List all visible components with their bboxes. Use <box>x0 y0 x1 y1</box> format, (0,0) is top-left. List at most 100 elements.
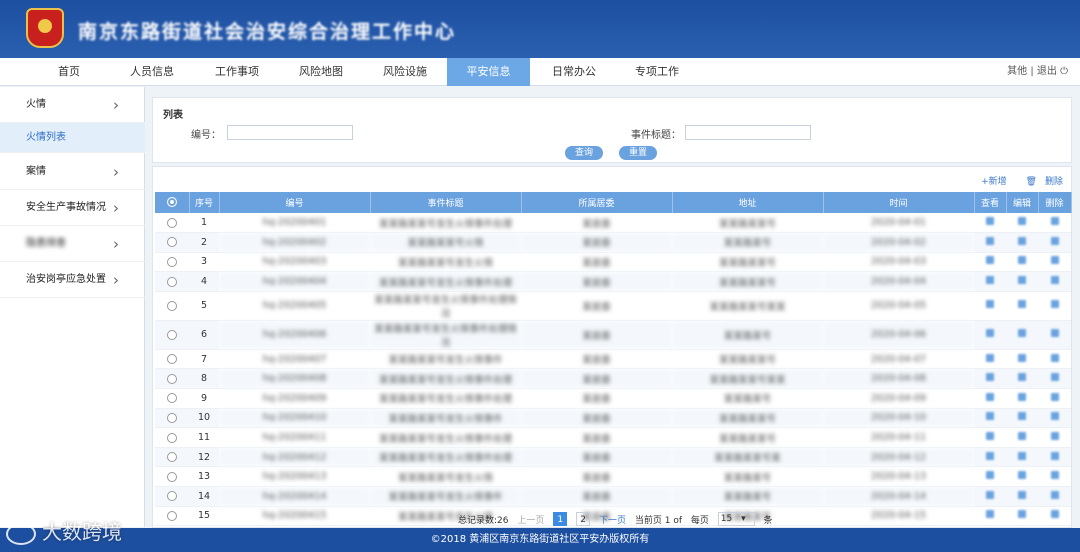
table-row[interactable]: 14 hq-20200414 某某路某某号发生火情事件 某居委 某某路某号 2020-04… <box>155 486 1071 507</box>
delete-cell[interactable] <box>1038 486 1071 507</box>
delete-cell[interactable] <box>1038 368 1071 390</box>
add-button[interactable]: +新增 <box>981 177 1007 187</box>
page-button[interactable]: 2 <box>576 512 591 526</box>
delete-cell[interactable] <box>1038 349 1071 370</box>
delete-cell[interactable] <box>1038 447 1071 468</box>
view-icon[interactable] <box>986 300 994 309</box>
view-cell[interactable] <box>974 506 1006 527</box>
table-row[interactable]: 6 hq-20200406 某某路某某号发生火情事件处理情况 某居委 某某路某号 2020… <box>155 320 1071 350</box>
row-radio[interactable] <box>167 373 177 384</box>
edit-icon[interactable] <box>1018 276 1026 285</box>
sidebar-item-cases[interactable]: 案情 › <box>0 154 145 190</box>
table-row[interactable]: 8 hq-20200408 某某路某某号发生火情事件处理 某居委 某某路某某号某某 202… <box>155 368 1071 390</box>
table-row[interactable]: 2 hq-20200402 某某路某某号火情 某居委 某某路某号 2020-04-02 <box>155 232 1071 253</box>
row-radio[interactable] <box>167 354 177 365</box>
row-select-cell[interactable] <box>155 486 189 507</box>
row-radio[interactable] <box>167 393 177 404</box>
select-all-radio[interactable] <box>166 197 177 208</box>
table-row[interactable]: 4 hq-20200404 某某路某某号发生火情事件处理 某居委 某某路某某号 2020-… <box>155 271 1071 292</box>
delete-cell[interactable] <box>1038 506 1071 527</box>
delete-cell[interactable] <box>1038 232 1071 253</box>
view-icon[interactable] <box>986 353 994 362</box>
delete-icon[interactable] <box>1050 392 1059 401</box>
view-cell[interactable] <box>974 466 1006 488</box>
view-icon[interactable] <box>986 217 994 226</box>
edit-icon[interactable] <box>1018 236 1026 245</box>
power-icon[interactable]: ⏻ <box>1060 66 1068 77</box>
table-row[interactable]: 5 hq-20200405 某某路某某号发生火情事件处理情况 某居委 某某路某某号某某 2… <box>155 291 1071 321</box>
edit-icon[interactable] <box>1018 490 1026 499</box>
nav-item-safety-info[interactable]: 平安信息 <box>447 58 530 86</box>
delete-icon[interactable] <box>1050 490 1059 499</box>
sidebar-item-safety-accidents[interactable]: 安全生产事故情况 › <box>0 190 145 226</box>
edit-cell[interactable] <box>1006 506 1038 527</box>
sidebar-item-hazards[interactable]: 隐患排查 › <box>0 226 145 262</box>
nav-item-personnel[interactable]: 人员信息 <box>122 58 182 86</box>
delete-cell[interactable] <box>1038 291 1071 321</box>
delete-icon[interactable] <box>1050 353 1059 362</box>
view-cell[interactable] <box>974 320 1006 350</box>
edit-cell[interactable] <box>1006 232 1038 253</box>
row-select-cell[interactable] <box>155 506 189 527</box>
table-row[interactable]: 12 hq-20200412 某某路某某号发生火情事件处理 某居委 某某路某某号某 202… <box>155 447 1071 468</box>
next-page-button[interactable]: 下一页 <box>599 513 626 526</box>
view-icon[interactable] <box>986 490 994 499</box>
row-select-cell[interactable] <box>155 213 189 234</box>
row-radio[interactable] <box>167 491 177 502</box>
edit-cell[interactable] <box>1006 427 1038 448</box>
view-cell[interactable] <box>974 408 1006 429</box>
edit-icon[interactable] <box>1018 256 1026 265</box>
nav-item-risk-map[interactable]: 风险地图 <box>290 58 352 86</box>
view-cell[interactable] <box>974 486 1006 507</box>
edit-icon[interactable] <box>1018 471 1026 480</box>
edit-cell[interactable] <box>1006 408 1038 429</box>
delete-icon[interactable] <box>1050 276 1059 285</box>
row-select-cell[interactable] <box>155 427 189 448</box>
row-select-cell[interactable] <box>155 271 189 292</box>
view-cell[interactable] <box>974 388 1006 409</box>
row-radio[interactable] <box>167 510 177 521</box>
delete-cell[interactable] <box>1038 388 1071 409</box>
search-button[interactable]: 查询 <box>565 146 604 160</box>
delete-icon[interactable] <box>1050 329 1059 338</box>
row-radio[interactable] <box>167 276 177 287</box>
row-radio[interactable] <box>167 256 177 267</box>
row-select-cell[interactable] <box>155 466 189 488</box>
table-row[interactable]: 1 hq-20200401 某某路某某号发生火情事件处理 某居委 某某路某某号 2020-… <box>155 213 1071 234</box>
view-cell[interactable] <box>974 447 1006 468</box>
delete-cell[interactable] <box>1038 466 1071 488</box>
nav-right-text[interactable]: 其他 | 退出 <box>1007 66 1057 77</box>
page-size-select[interactable]: 15 ▾ <box>717 512 755 526</box>
edit-cell[interactable] <box>1006 252 1038 273</box>
delete-cell[interactable] <box>1038 271 1071 292</box>
edit-cell[interactable] <box>1006 271 1038 292</box>
delete-cell[interactable] <box>1038 213 1071 234</box>
sidebar-item-fire-list[interactable]: 火情列表 <box>0 123 145 153</box>
edit-icon[interactable] <box>1018 329 1026 338</box>
edit-icon[interactable] <box>1018 451 1026 460</box>
delete-icon[interactable] <box>1050 432 1059 441</box>
row-radio[interactable] <box>167 237 177 248</box>
row-select-cell[interactable] <box>155 291 189 321</box>
prev-page-button[interactable]: 上一页 <box>517 513 544 526</box>
nav-item-home[interactable]: 首页 <box>40 58 98 86</box>
table-row[interactable]: 13 hq-20200413 某某路某某号发生火情 某居委 某某路某号 2020-04-1… <box>155 466 1071 488</box>
view-icon[interactable] <box>986 236 994 245</box>
view-icon[interactable] <box>986 451 994 460</box>
nav-item-special-work[interactable]: 专项工作 <box>626 58 688 86</box>
row-radio[interactable] <box>167 329 177 340</box>
row-select-cell[interactable] <box>155 408 189 429</box>
nav-item-daily-office[interactable]: 日常办公 <box>543 58 605 86</box>
delete-icon[interactable] <box>1050 236 1059 245</box>
sidebar-item-kiosk-emergency[interactable]: 治安岗亭应急处置 › <box>0 262 145 298</box>
table-row[interactable]: 7 hq-20200407 某某路某某号发生火情事件 某居委 某某路某某号 2020-04… <box>155 349 1071 370</box>
edit-cell[interactable] <box>1006 486 1038 507</box>
select-all-cell[interactable] <box>155 192 190 213</box>
event-title-input[interactable] <box>685 125 811 140</box>
view-cell[interactable] <box>974 368 1006 390</box>
page-button[interactable]: 1 <box>553 512 568 526</box>
delete-icon[interactable] <box>1050 471 1059 480</box>
view-icon[interactable] <box>986 510 994 519</box>
reset-button[interactable]: 重置 <box>619 146 658 160</box>
edit-icon[interactable] <box>1018 510 1026 519</box>
